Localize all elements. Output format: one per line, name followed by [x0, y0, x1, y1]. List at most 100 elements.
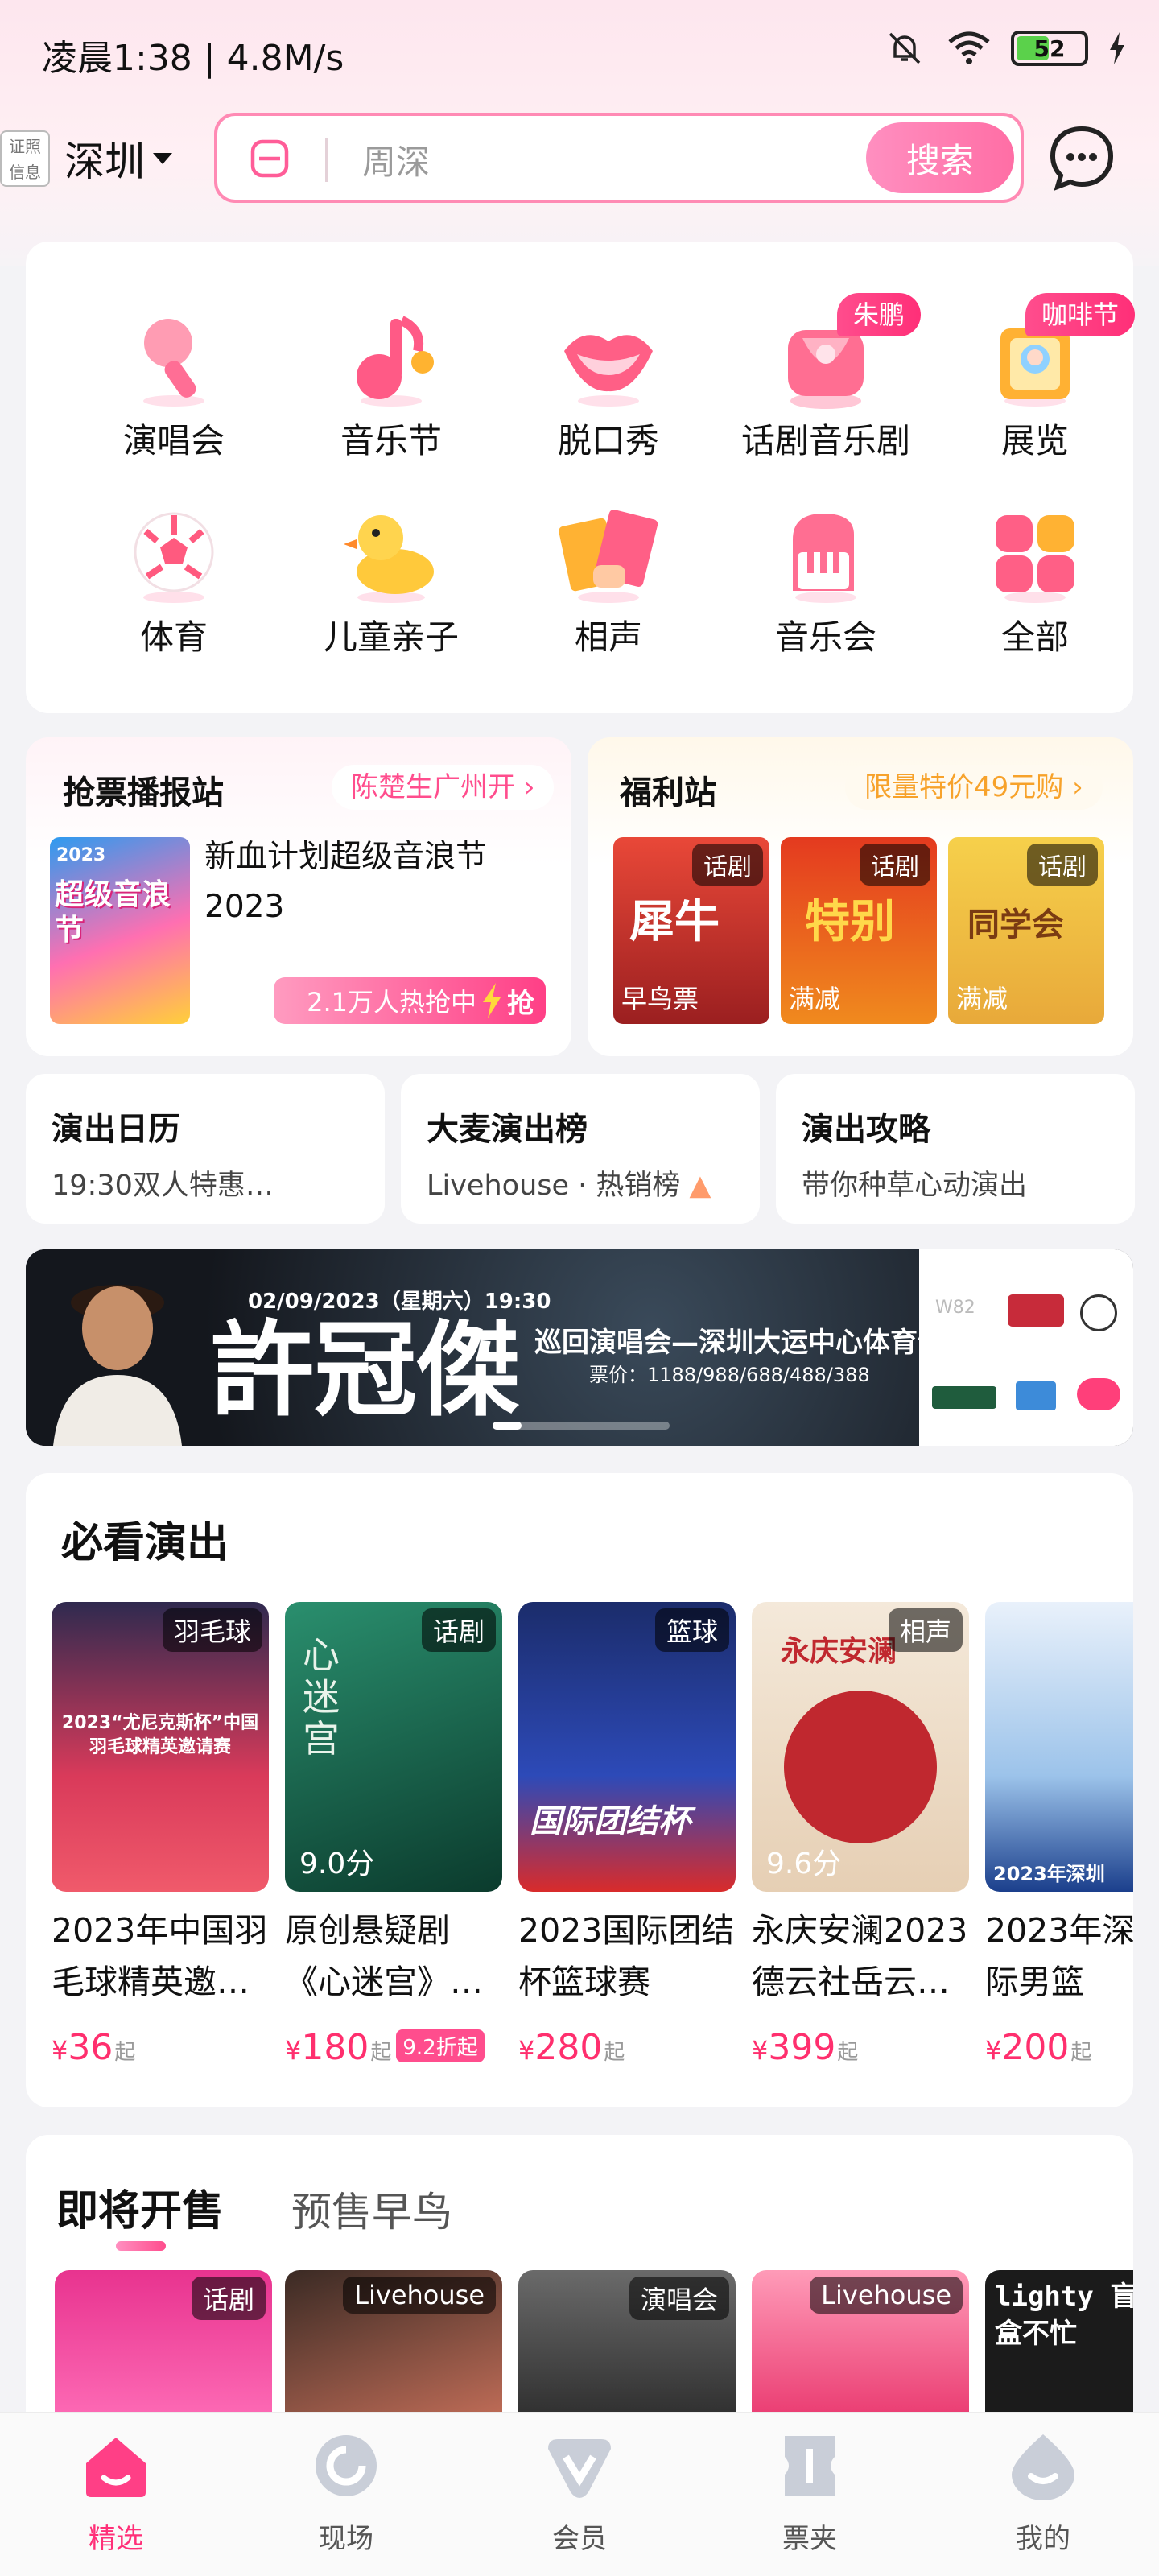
price-value: 180 [301, 2027, 369, 2068]
hot-grab-button[interactable]: 2.1万人热抢中 抢 [274, 977, 546, 1024]
tile-title: 大麦演出榜 [427, 1111, 588, 1148]
show-name[interactable]: 2023年中国羽毛球精英邀… [52, 1905, 277, 2008]
show-poster[interactable]: 2023年深圳 [985, 1602, 1133, 1892]
show-name[interactable]: 永庆安澜2023德云社岳云… [752, 1905, 977, 2008]
city-selector[interactable]: 深圳 [64, 130, 172, 187]
show-name[interactable]: 原创悬疑剧《心迷宫》… [285, 1905, 510, 2008]
tab-profile[interactable]: 我的 [971, 2429, 1116, 2556]
scan-icon[interactable] [250, 138, 290, 179]
show-poster[interactable]: 国际团结杯 篮球 [518, 1602, 736, 1892]
category-all[interactable]: 全部 [947, 502, 1124, 659]
live-icon [316, 2435, 377, 2496]
poster-art-text: 国际团结杯 [530, 1803, 691, 1840]
tile-damai-chart[interactable]: 大麦演出榜 Livehouse · 热销榜 ▲ [401, 1074, 760, 1224]
top-header: 证照 信息 深圳 周深 搜索 [0, 113, 1159, 209]
category-drama-musical[interactable]: 话剧音乐剧 朱鹏 [729, 293, 922, 463]
price-suffix: 起 [114, 2041, 136, 2065]
section-title: 必看演出 [61, 1519, 229, 1567]
tab-membership[interactable]: 会员 [507, 2429, 652, 2556]
tab-live[interactable]: 现场 [274, 2429, 419, 2556]
certificate-info-button[interactable]: 证照 信息 [0, 130, 50, 187]
message-icon[interactable] [1048, 124, 1116, 192]
upcoming-poster[interactable]: Livehouse [752, 2270, 969, 2431]
welfare-item-3[interactable]: 同学会 话剧 满减 [948, 837, 1104, 1024]
promo-banner[interactable]: 02/09/2023（星期六）19:30 許冠傑 巡回演唱会—深圳大运中心体育馆… [26, 1249, 1133, 1446]
upcoming-poster[interactable]: lighty 盲盒不忙 [985, 2270, 1133, 2431]
tab-featured[interactable]: 精选 [43, 2429, 188, 2556]
category-sports[interactable]: 体育 [77, 502, 270, 659]
tile-title: 演出日历 [52, 1111, 180, 1148]
show-name[interactable]: 2023年深华国际男篮 [985, 1905, 1133, 2008]
show-poster[interactable]: 心迷宫 话剧 9.0分 [285, 1602, 502, 1892]
category-label: 全部 [1000, 617, 1069, 657]
ticket-broadcast-poster[interactable]: 2023 超级音浪节 [50, 837, 190, 1024]
music-note-icon [339, 306, 443, 411]
show-score: 9.0分 [299, 1847, 375, 1880]
search-button[interactable]: 搜索 [866, 122, 1014, 193]
tab-label: 我的 [1016, 2523, 1070, 2555]
category-talk-show[interactable]: 脱口秀 [512, 306, 705, 463]
category-music-festival[interactable]: 音乐节 [295, 306, 488, 463]
category-crosstalk[interactable]: 相声 [512, 502, 705, 659]
hot-count-text: 2.1万人热抢中 [307, 987, 476, 1018]
poster-emblem [784, 1690, 937, 1843]
price-value: 399 [768, 2027, 836, 2068]
category-kids-family[interactable]: 儿童亲子 [295, 502, 488, 659]
category-label: 展览 [1000, 421, 1069, 460]
price-suffix: 起 [1070, 2041, 1092, 2065]
ticket-broadcast-card[interactable]: 抢票播报站 陈楚生广州开 › 2023 超级音浪节 新血计划超级音浪节 2023… [26, 737, 571, 1056]
welfare-item-label: 满减 [789, 984, 841, 1014]
show-poster[interactable]: 2023“尤尼克斯杯”中国羽毛球精英邀请赛 羽毛球 [52, 1602, 269, 1892]
tab-label: 票夹 [782, 2523, 837, 2555]
banner-tour: 巡回演唱会—深圳大运中心体育馆 [534, 1327, 945, 1359]
tile-subtitle: Livehouse · 热销榜 ▲ [427, 1162, 711, 1203]
category-label: 话剧音乐剧 [740, 421, 910, 460]
upcoming-poster[interactable]: 话剧 [55, 2270, 272, 2431]
fan-icon [556, 502, 661, 607]
show-tag: 话剧 [421, 1608, 496, 1652]
search-divider [325, 138, 328, 182]
welfare-item-1[interactable]: 犀牛 话剧 早鸟票 [613, 837, 769, 1024]
category-label: 音乐节 [340, 421, 442, 460]
battery-percent: 52 [1033, 35, 1066, 62]
search-input[interactable]: 周深 [362, 135, 430, 184]
upcoming-tag: Livehouse [343, 2277, 496, 2314]
welfare-item-2[interactable]: 特别 话剧 满减 [781, 837, 937, 1024]
status-icons: 52 [882, 24, 1127, 72]
sponsor-logos: W82 [919, 1249, 1133, 1446]
rubber-duck-icon [339, 502, 443, 607]
welfare-item-art: 犀牛 [629, 896, 720, 948]
status-bar: 凌晨1:38 | 4.8M/s 52 [0, 0, 1159, 105]
category-exhibition[interactable]: 展览 咖啡节 [947, 293, 1136, 463]
category-music-concert[interactable]: 音乐会 [729, 502, 922, 659]
tile-show-guide[interactable]: 演出攻略 带你种草心动演出 [776, 1074, 1135, 1224]
poster-art-text: 2023“尤尼克斯杯”中国羽毛球精英邀请赛 [61, 1713, 259, 1757]
tab-coming-soon[interactable]: 即将开售 [56, 2177, 224, 2237]
price-value: 36 [68, 2027, 113, 2068]
upcoming-poster[interactable]: Livehouse [285, 2270, 502, 2431]
welfare-item-art: 特别 [805, 896, 895, 948]
piano-icon [773, 502, 878, 607]
currency: ¥ [52, 2035, 68, 2066]
upcoming-tag: 演唱会 [629, 2277, 729, 2320]
price-suffix: 起 [370, 2041, 392, 2065]
tab-early-bird[interactable]: 预售早鸟 [291, 2180, 452, 2238]
tab-ticket-wallet[interactable]: 票夹 [737, 2429, 882, 2556]
chevron-right-icon: › [523, 771, 535, 803]
category-concert[interactable]: 演唱会 [77, 306, 270, 463]
welfare-link[interactable]: 限量特价49元购 › [845, 765, 1103, 810]
upcoming-poster[interactable]: 演唱会 [518, 2270, 736, 2431]
caret-down-icon [153, 153, 172, 164]
welfare-card[interactable]: 福利站 限量特价49元购 › 犀牛 话剧 早鸟票 特别 话剧 满减 同学会 话剧… [588, 737, 1133, 1056]
show-score: 9.6分 [766, 1847, 842, 1880]
search-bar[interactable]: 周深 搜索 [214, 113, 1024, 203]
show-poster[interactable]: 永庆安澜 相声 9.6分 [752, 1602, 969, 1892]
ticket-broadcast-link[interactable]: 陈楚生广州开 › [332, 765, 555, 810]
show-tag: 羽毛球 [162, 1608, 262, 1652]
poster-art-text: 2023年深圳 [993, 1863, 1105, 1885]
tile-show-calendar[interactable]: 演出日历 19:30双人特惠… [26, 1074, 385, 1224]
vip-icon [548, 2439, 611, 2498]
poster-art-text: 心迷宫 [303, 1633, 340, 1761]
show-name[interactable]: 2023国际团结杯篮球赛 [518, 1905, 744, 2008]
show-price: ¥180 起 9.2折起 [285, 2027, 485, 2068]
